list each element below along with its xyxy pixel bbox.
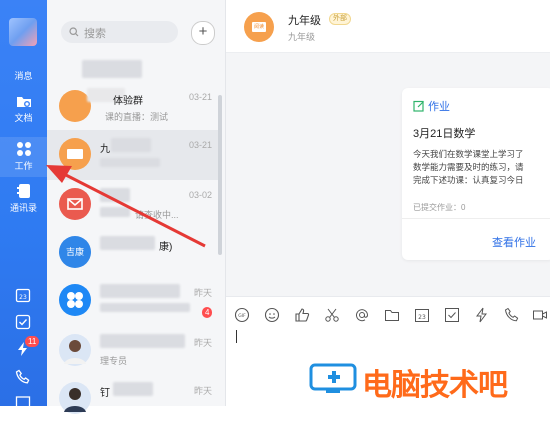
thumbs-up-icon[interactable] (294, 307, 310, 323)
conversation-item[interactable]: 理专员 昨天 (47, 326, 222, 376)
svg-text:GIF: GIF (238, 313, 246, 319)
calendar-icon[interactable]: 23 (414, 307, 430, 323)
conversation-item[interactable]: 昨天 4 (47, 276, 222, 326)
conversation-item-selected[interactable]: 九 03-21 (47, 130, 222, 180)
mail-icon[interactable] (15, 395, 31, 411)
card-body: 今天我们在数学课堂上学习了 数学能力需要及时的练习，请 完成下述功课：认真复习今… (413, 148, 550, 187)
todo-icon[interactable] (15, 314, 31, 330)
contacts-icon (16, 184, 30, 198)
phone-icon[interactable] (15, 369, 31, 385)
book-icon: 阅读 (252, 22, 266, 32)
ding-badge: 11 (25, 336, 40, 347)
person-icon (64, 388, 86, 412)
emoji-icon[interactable] (264, 307, 280, 323)
conversation-preview: 请查收中... (135, 210, 179, 220)
chat-avatar[interactable]: 阅读 (244, 12, 274, 42)
card-body-line: 今天我们在数学课堂上学习了 (413, 149, 524, 159)
mail-avatar (59, 188, 91, 220)
person-avatar (59, 334, 91, 366)
unread-badge: 4 (202, 307, 213, 318)
watermark: 电脑技术吧 (308, 355, 550, 403)
contact-avatar: 吉康 (59, 236, 91, 268)
todo-icon[interactable] (444, 307, 460, 323)
nav-work[interactable]: 工作 (0, 137, 47, 177)
clover-icon (67, 292, 83, 308)
nav-messages[interactable]: 消息 (0, 55, 47, 95)
homework-card[interactable]: 作业 3月21日数学 今天我们在数学课堂上学习了 数学能力需要及时的练习，请 完… (402, 88, 550, 260)
svg-text:23: 23 (418, 314, 426, 321)
conversation-time: 昨天 (193, 338, 212, 348)
chat-subtitle: 九年级 (288, 32, 316, 42)
conversation-item[interactable]: 吉康 康) (47, 228, 222, 278)
app-window: 消息 文档 工作 通讯录 23 11 搜索 + 体验群 课的直播：测试 03-2… (0, 0, 550, 414)
search-placeholder: 搜索 (84, 28, 106, 40)
add-button[interactable]: + (191, 21, 215, 45)
nav-messages-label: 消息 (14, 71, 33, 81)
conversation-time: 03-21 (188, 140, 212, 150)
edit-icon (413, 100, 424, 112)
conversation-item[interactable]: 钉 昨天 (47, 374, 222, 424)
svg-text:23: 23 (19, 294, 27, 301)
chat-title: 九年级 (288, 15, 321, 27)
text-cursor (236, 330, 237, 343)
chat-panel: 阅读 九年级 外部 九年级 作业 3月21日数学 今天我们在数学课堂上学习了 数… (226, 0, 550, 407)
card-divider (402, 218, 550, 219)
nav-contacts[interactable]: 通讯录 (0, 183, 47, 223)
person-icon (64, 340, 86, 364)
conversation-time: 昨天 (193, 288, 212, 298)
folder-icon (16, 97, 31, 107)
card-title: 3月21日数学 (413, 128, 476, 140)
conversation-time: 昨天 (193, 386, 212, 396)
card-type: 作业 (413, 98, 450, 114)
envelope-icon (67, 198, 83, 210)
list-scrollbar[interactable] (218, 95, 222, 255)
group-avatar (59, 138, 91, 170)
ding-icon[interactable] (474, 307, 490, 323)
book-icon (67, 149, 83, 159)
person-avatar (59, 382, 91, 414)
watermark-logo-icon (309, 363, 357, 393)
search-input[interactable]: 搜索 (61, 21, 178, 43)
conversation-preview: 课的直播：测试 (105, 112, 169, 122)
conversation-name: 康) (159, 242, 173, 253)
card-body-line: 完成下述功课：认真复习今日 (413, 175, 524, 185)
watermark-text: 电脑技术吧 (362, 369, 508, 402)
app-avatar (59, 284, 91, 316)
blurred-text (82, 60, 142, 78)
conversation-name: 钉 (100, 388, 110, 399)
calendar-icon[interactable]: 23 (15, 287, 31, 303)
grid-icon (16, 142, 31, 156)
card-type-label: 作业 (428, 101, 450, 113)
conversation-item[interactable]: 体验群 课的直播：测试 03-21 (47, 82, 222, 132)
nav-docs-label: 文档 (14, 113, 33, 123)
scissors-icon[interactable] (324, 307, 340, 323)
folder-icon[interactable] (384, 307, 400, 323)
conversation-time: 03-21 (188, 92, 212, 102)
conversation-preview: 理专员 (100, 356, 128, 366)
conversation-list: 搜索 + 体验群 课的直播：测试 03-21 九 03-21 请查收中... 0… (47, 0, 226, 414)
conversation-time: 03-02 (188, 190, 212, 200)
phone-icon[interactable] (504, 307, 520, 323)
chat-header: 阅读 九年级 外部 九年级 (226, 0, 550, 53)
left-rail: 消息 文档 工作 通讯录 23 11 (0, 0, 47, 408)
card-meta: 已提交作业：0 (413, 203, 466, 212)
user-avatar[interactable] (9, 18, 37, 46)
nav-work-label: 工作 (14, 161, 33, 171)
nav-docs[interactable]: 文档 (0, 93, 47, 133)
nav-contacts-label: 通讯录 (9, 203, 37, 213)
search-icon (69, 27, 79, 37)
conversation-name: 体验群 (113, 96, 143, 107)
at-icon[interactable] (354, 307, 370, 323)
video-icon[interactable] (532, 307, 548, 323)
gif-icon[interactable]: GIF (234, 307, 250, 323)
conversation-item[interactable]: 请查收中... 03-02 (47, 180, 222, 230)
card-body-line: 数学能力需要及时的练习，请 (413, 162, 524, 172)
view-homework-button[interactable]: 查看作业 (492, 234, 536, 250)
external-tag: 外部 (329, 13, 351, 25)
conversation-name: 九 (100, 144, 110, 155)
